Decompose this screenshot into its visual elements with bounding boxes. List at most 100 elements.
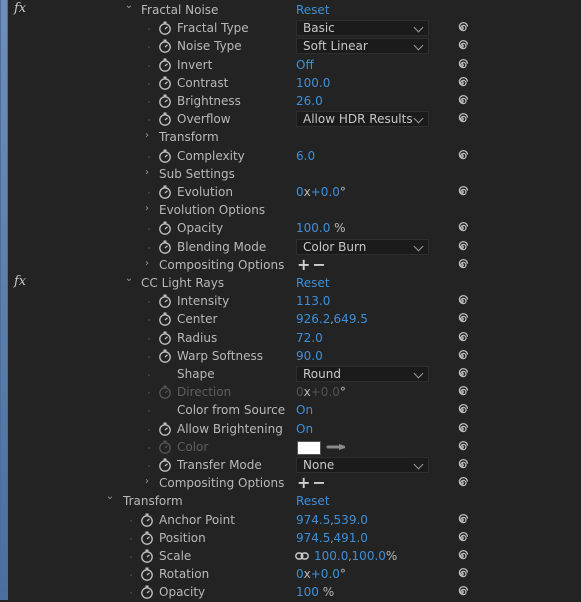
value-primary[interactable]: 100.0 bbox=[296, 76, 330, 90]
value-primary[interactable]: 72.0 bbox=[296, 331, 323, 345]
complexity-value[interactable]: 6.0 bbox=[296, 149, 315, 163]
value-primary[interactable]: 974.5 bbox=[296, 531, 330, 545]
brightness-value[interactable]: 26.0 bbox=[296, 94, 323, 108]
rotation-value[interactable]: 0x+0.0° bbox=[296, 567, 346, 581]
value-primary[interactable]: 6.0 bbox=[296, 149, 315, 163]
twirl-down-icon[interactable]: ⌄ bbox=[124, 274, 134, 284]
expression-pick-whip-icon[interactable] bbox=[455, 94, 469, 108]
center-value[interactable]: 926.2,649.5 bbox=[296, 312, 368, 326]
stopwatch-icon[interactable] bbox=[158, 112, 172, 127]
cc-light-rays-value[interactable]: Reset bbox=[296, 276, 330, 290]
eyedropper-icon[interactable] bbox=[326, 441, 348, 453]
expression-pick-whip-icon[interactable] bbox=[455, 549, 469, 563]
add-remove-mask-icon[interactable]: +− bbox=[297, 256, 328, 273]
transform-value[interactable]: Reset bbox=[296, 494, 330, 508]
value-primary[interactable]: 90.0 bbox=[296, 349, 323, 363]
expression-pick-whip-icon[interactable] bbox=[455, 112, 469, 126]
blending-mode-dropdown[interactable]: Color Burn bbox=[296, 238, 429, 255]
twirl-right-icon[interactable]: › bbox=[142, 477, 152, 487]
expression-pick-whip-icon[interactable] bbox=[455, 349, 469, 363]
expression-pick-whip-icon[interactable] bbox=[455, 531, 469, 545]
twirl-down-icon[interactable]: ⌄ bbox=[105, 492, 115, 502]
scrollbar-track[interactable] bbox=[1, 0, 7, 600]
stopwatch-icon[interactable] bbox=[158, 349, 172, 363]
expression-pick-whip-icon[interactable] bbox=[455, 258, 469, 272]
value-primary[interactable]: 26.0 bbox=[296, 94, 323, 108]
intensity-value[interactable]: 113.0 bbox=[296, 294, 330, 308]
expression-pick-whip-icon[interactable] bbox=[455, 440, 469, 454]
allow-brightening-value[interactable]: On bbox=[296, 422, 313, 436]
value-primary[interactable]: 0 bbox=[296, 567, 304, 581]
add-remove-mask-icon[interactable]: +− bbox=[297, 475, 328, 491]
transfer-mode-dropdown[interactable]: None bbox=[296, 457, 429, 473]
scale-value[interactable]: 100.0,100.0% bbox=[314, 549, 397, 563]
expression-pick-whip-icon[interactable] bbox=[455, 21, 469, 35]
expression-pick-whip-icon[interactable] bbox=[455, 585, 469, 599]
value-primary[interactable]: On bbox=[296, 403, 313, 417]
value-secondary[interactable]: 649.5 bbox=[334, 312, 368, 326]
fractal-type-dropdown[interactable]: Basic bbox=[296, 20, 429, 37]
radius-value[interactable]: 72.0 bbox=[296, 331, 323, 345]
contrast-value[interactable]: 100.0 bbox=[296, 76, 330, 90]
expression-pick-whip-icon[interactable] bbox=[455, 240, 469, 254]
twirl-right-icon[interactable]: › bbox=[142, 204, 152, 214]
expression-pick-whip-icon[interactable] bbox=[455, 422, 469, 436]
twirl-right-icon[interactable]: › bbox=[142, 131, 152, 141]
position-value[interactable]: 974.5,491.0 bbox=[296, 531, 368, 545]
value-secondary[interactable]: +0.0 bbox=[311, 567, 340, 581]
stopwatch-icon[interactable] bbox=[158, 76, 172, 90]
stopwatch-icon[interactable] bbox=[158, 149, 172, 163]
color-from-source-value[interactable]: On bbox=[296, 403, 313, 417]
expression-pick-whip-icon[interactable] bbox=[455, 367, 469, 381]
value-primary[interactable]: 926.2 bbox=[296, 312, 330, 326]
twirl-right-icon[interactable]: › bbox=[142, 258, 152, 269]
value-primary[interactable]: Reset bbox=[296, 494, 330, 508]
anchor-point-value[interactable]: 974.5,539.0 bbox=[296, 513, 368, 527]
value-primary[interactable]: Off bbox=[296, 58, 314, 72]
stopwatch-icon[interactable] bbox=[158, 240, 172, 254]
shape-dropdown[interactable]: Round bbox=[296, 366, 429, 382]
stopwatch-icon[interactable] bbox=[158, 221, 172, 236]
fx-toggle-icon[interactable]: fx bbox=[14, 1, 26, 16]
expression-pick-whip-icon[interactable] bbox=[455, 385, 469, 399]
expression-pick-whip-icon[interactable] bbox=[455, 403, 469, 417]
value-primary[interactable]: 0 bbox=[296, 185, 304, 199]
opacity-value[interactable]: 100.0 % bbox=[296, 221, 346, 235]
value-secondary[interactable]: 539.0 bbox=[334, 513, 368, 527]
expression-pick-whip-icon[interactable] bbox=[455, 513, 469, 527]
warp-softness-value[interactable]: 90.0 bbox=[296, 349, 323, 363]
stopwatch-icon[interactable] bbox=[140, 585, 154, 600]
stopwatch-icon[interactable] bbox=[140, 549, 154, 563]
expression-pick-whip-icon[interactable] bbox=[455, 567, 469, 581]
value-primary[interactable]: 100.0 bbox=[296, 221, 330, 235]
expression-pick-whip-icon[interactable] bbox=[455, 149, 469, 163]
value-primary[interactable]: 113.0 bbox=[296, 294, 330, 308]
stopwatch-icon[interactable] bbox=[158, 458, 172, 472]
timeline-scrollbar[interactable] bbox=[0, 0, 8, 600]
stopwatch-icon[interactable] bbox=[158, 39, 172, 54]
stopwatch-icon[interactable] bbox=[158, 185, 172, 199]
expression-pick-whip-icon[interactable] bbox=[455, 331, 469, 345]
stopwatch-icon[interactable] bbox=[158, 294, 172, 309]
expression-pick-whip-icon[interactable] bbox=[455, 476, 469, 490]
stopwatch-icon[interactable] bbox=[158, 21, 172, 36]
value-secondary[interactable]: 491.0 bbox=[334, 531, 368, 545]
expression-pick-whip-icon[interactable] bbox=[455, 458, 469, 472]
noise-type-dropdown[interactable]: Soft Linear bbox=[296, 38, 429, 55]
stopwatch-icon[interactable] bbox=[158, 58, 172, 72]
stopwatch-icon[interactable] bbox=[140, 531, 154, 545]
value-primary[interactable]: Reset bbox=[296, 276, 330, 290]
stopwatch-icon[interactable] bbox=[158, 312, 172, 327]
value-primary[interactable]: Reset bbox=[296, 3, 330, 17]
constrain-proportions-icon[interactable] bbox=[295, 550, 309, 562]
invert-value[interactable]: Off bbox=[296, 58, 314, 72]
evolution-value[interactable]: 0x+0.0° bbox=[296, 185, 346, 199]
fractal-noise-value[interactable]: Reset bbox=[296, 3, 330, 17]
value-primary[interactable]: 974.5 bbox=[296, 513, 330, 527]
expression-pick-whip-icon[interactable] bbox=[455, 58, 469, 72]
overflow-dropdown[interactable]: Allow HDR Results bbox=[296, 111, 429, 128]
expression-pick-whip-icon[interactable] bbox=[455, 185, 469, 199]
expression-pick-whip-icon[interactable] bbox=[455, 294, 469, 308]
expression-pick-whip-icon[interactable] bbox=[455, 76, 469, 90]
expression-pick-whip-icon[interactable] bbox=[455, 221, 469, 235]
